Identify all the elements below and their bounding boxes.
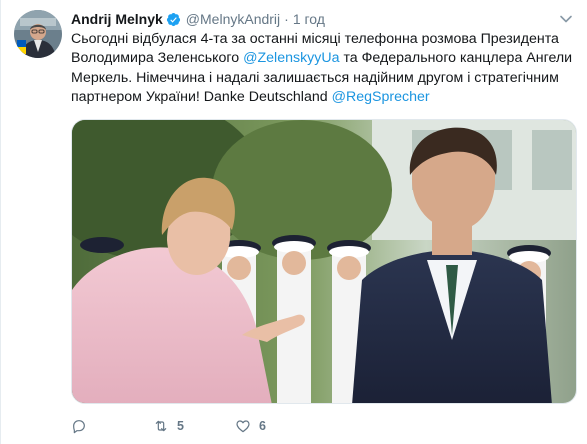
mention-link[interactable]: @RegSprecher — [332, 89, 430, 105]
tweet-text-segment: та Федерального канцлера Ангели — [339, 50, 573, 67]
tweet-text-segment: Володимира Зеленського — [71, 50, 244, 67]
tweet-text-segment: партнером України! Danke Deutschland — [71, 89, 332, 106]
retweet-button[interactable]: 5 — [153, 418, 235, 434]
tweet-text-line: партнером України! Danke Deutschland @Re… — [71, 88, 576, 107]
user-handle[interactable]: @MelnykAndrij — [186, 11, 280, 27]
separator-dot: · — [284, 11, 289, 27]
reply-icon — [73, 420, 85, 434]
reply-button[interactable] — [71, 418, 153, 434]
tweet-actions: 5 6 — [71, 414, 315, 438]
avatar[interactable] — [14, 10, 62, 58]
retweet-icon — [155, 420, 167, 432]
like-count: 6 — [259, 419, 266, 433]
tweet-photo[interactable] — [71, 119, 577, 404]
display-name[interactable]: Andrij Melnyk — [71, 11, 163, 27]
avatar-image — [14, 10, 62, 58]
tweet-text-line: Меркель. Німеччина і надалі залишається … — [71, 69, 559, 86]
tweet-timestamp[interactable]: 1 год — [293, 11, 325, 27]
photo-illustration — [72, 120, 576, 403]
like-button[interactable]: 6 — [235, 418, 315, 434]
mention-link[interactable]: @ZelenskyyUa — [243, 50, 339, 66]
tweet-text-line: Сьогодні відбулася 4-та за останні місяц… — [71, 31, 559, 47]
verified-badge-icon — [166, 12, 181, 27]
tweet-header: Andrij Melnyk @MelnykAndrij · 1 год — [71, 9, 325, 29]
heart-icon — [236, 420, 250, 433]
tweet-card[interactable]: Andrij Melnyk @MelnykAndrij · 1 год Сьог… — [0, 0, 587, 444]
retweet-count: 5 — [177, 419, 184, 433]
chevron-down-icon[interactable] — [559, 12, 573, 26]
tweet-text: Сьогодні відбулася 4-та за останні місяц… — [71, 30, 576, 108]
tweet-text-line: Володимира Зеленського @ZelenskyyUa та Ф… — [71, 49, 576, 68]
